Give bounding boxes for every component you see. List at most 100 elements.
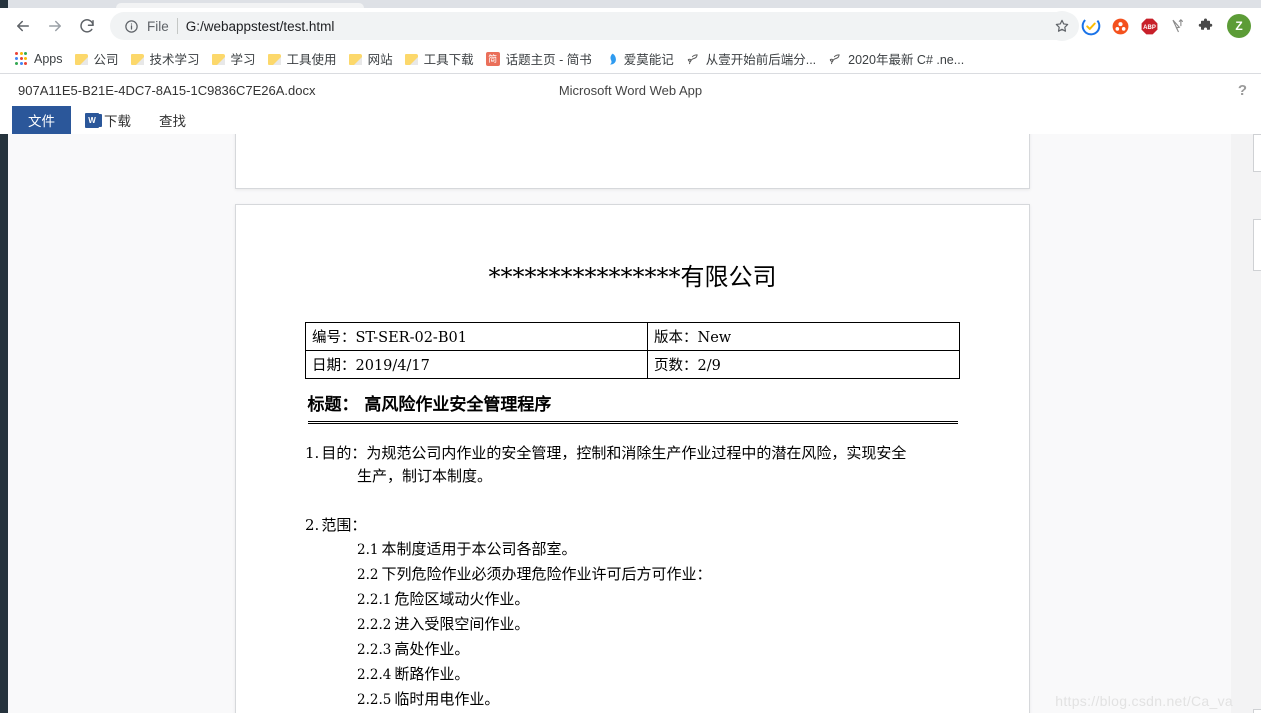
- page-thumbnail-edge: [1253, 709, 1261, 713]
- item-text: 断路作业。: [394, 665, 470, 683]
- bookmark-apps[interactable]: Apps: [10, 49, 71, 69]
- list-item: 2.1 本制度适用于本公司各部室。: [305, 537, 960, 562]
- document-body: 1. 目的：为规范公司内作业的安全管理，控制和消除生产作业过程中的潜在风险，实现安…: [305, 442, 960, 713]
- bookmark-label: Apps: [34, 51, 63, 66]
- bookmark-folder-jishuxuexi[interactable]: 技术学习: [127, 46, 208, 71]
- browser-tab[interactable]: [116, 3, 364, 8]
- find-button[interactable]: 查找: [145, 106, 200, 134]
- profile-avatar[interactable]: Z: [1227, 14, 1251, 38]
- download-button[interactable]: W 下载: [71, 106, 145, 134]
- section-2: 2. 范围：: [305, 514, 960, 537]
- item-text: 下列危险作业必须办理危险作业许可后方可作业：: [381, 565, 712, 583]
- page-thumbnail-edge: [1253, 134, 1261, 172]
- document-page-current[interactable]: ****************有限公司 编号：ST-SER-02-B01 版本…: [235, 204, 1030, 713]
- bookmark-folder-gongsi[interactable]: 公司: [71, 46, 127, 71]
- bookmark-label: 话题主页 - 简书: [505, 53, 592, 67]
- meta-cell-date: 日期：2019/4/17: [305, 350, 648, 379]
- address-bar[interactable]: File G:/webappstest/test.html: [110, 12, 1079, 40]
- jianshu-favicon: 简: [485, 51, 500, 66]
- url-text: G:/webappstest/test.html: [185, 18, 335, 34]
- item-number: 2.2: [357, 567, 379, 583]
- item-text: 临时用电作业。: [394, 690, 500, 708]
- meta-value: ST-SER-02-B01: [355, 330, 467, 346]
- bookmark-csdn-2[interactable]: 2020年最新 C# .ne...: [824, 46, 972, 71]
- folder-icon: [267, 53, 281, 65]
- meta-cell-number: 编号：ST-SER-02-B01: [305, 322, 648, 351]
- bookmark-jianshu[interactable]: 简 话题主页 - 简书: [482, 46, 600, 71]
- csdn-favicon: [686, 52, 700, 66]
- bookmark-label: 学习: [230, 53, 256, 67]
- reload-button[interactable]: [72, 11, 102, 41]
- bookmark-label: 技术学习: [149, 53, 200, 67]
- bookmarks-bar: Apps 公司 技术学习 学习 工具使用 网站 工具下载 简 话题主页 - 简书…: [0, 44, 1261, 74]
- browser-chrome: File G:/webappstest/test.html ABP Z Apps…: [0, 0, 1261, 74]
- meta-cell-version: 版本：New: [647, 322, 960, 351]
- item-text: 高处作业。: [394, 640, 470, 658]
- item-text: 本制度适用于本公司各部室。: [381, 540, 577, 558]
- browser-toolbar: File G:/webappstest/test.html ABP Z: [0, 8, 1261, 44]
- back-button[interactable]: [8, 11, 38, 41]
- cursor-measure-extension-icon[interactable]: [1166, 14, 1190, 38]
- meta-cell-pages: 页数：2/9: [647, 350, 960, 379]
- folder-icon: [130, 53, 144, 65]
- tabstrip-left-edge: [0, 0, 8, 8]
- item-number: 2.2.3: [357, 642, 392, 658]
- abp-adblock-extension-icon[interactable]: ABP: [1137, 14, 1161, 38]
- document-canvas[interactable]: ****************有限公司 编号：ST-SER-02-B01 版本…: [0, 134, 1261, 713]
- meta-label: 编号：: [312, 330, 356, 346]
- item-number: 2.2.4: [357, 667, 392, 683]
- item-number: 2.2.2: [357, 617, 392, 633]
- document-meta-table: 编号：ST-SER-02-B01 版本：New 日期：2019/4/17 页数：…: [305, 322, 960, 379]
- bookmark-folder-gongjushiyong[interactable]: 工具使用: [264, 46, 345, 71]
- tab-file[interactable]: 文件: [12, 106, 71, 134]
- table-row: 编号：ST-SER-02-B01 版本：New: [305, 322, 960, 351]
- company-title: ****************有限公司: [488, 263, 777, 291]
- csdn-favicon: [828, 52, 842, 66]
- watermark: https://blog.csdn.net/Ca_va: [1055, 693, 1233, 709]
- bookmark-label: 从壹开始前后端分...: [705, 53, 817, 67]
- list-item: 2.2 下列危险作业必须办理危险作业许可后方可作业：: [305, 562, 960, 587]
- list-item: 2.2.1 危险区域动火作业。: [305, 587, 960, 612]
- meta-value: New: [697, 330, 732, 346]
- folder-icon: [404, 53, 418, 65]
- item-number: 2.2.5: [357, 692, 392, 708]
- item-number: 2.2.1: [357, 592, 392, 608]
- section-1: 1. 目的：为规范公司内作业的安全管理，控制和消除生产作业过程中的潜在风险，实现安…: [305, 442, 960, 488]
- bookmark-label: 工具使用: [286, 53, 337, 67]
- orange-circle-extension-icon[interactable]: [1108, 14, 1132, 38]
- item-text: 进入受限空间作业。: [394, 615, 530, 633]
- bookmark-label: 2020年最新 C# .ne...: [848, 53, 965, 67]
- svg-text:ABP: ABP: [1143, 25, 1156, 31]
- bookmark-folder-xuexi[interactable]: 学习: [208, 46, 264, 71]
- document-file-name: 907A11E5-B21E-4DC7-8A15-1C9836C7E26A.doc…: [18, 82, 316, 98]
- help-icon[interactable]: ?: [1238, 82, 1247, 99]
- page-thumbnail-edge: [1253, 219, 1261, 271]
- bookmark-star-icon[interactable]: [1047, 11, 1077, 41]
- section-number: 2.: [305, 516, 320, 534]
- bookmark-folder-gongjuxiazai[interactable]: 工具下载: [401, 46, 482, 71]
- blue-moon-favicon: [604, 52, 618, 66]
- list-item: 2.2.2 进入受限空间作业。: [305, 612, 960, 637]
- meta-label: 页数：: [654, 358, 698, 374]
- bookmark-folder-wangzhan[interactable]: 网站: [345, 46, 401, 71]
- bookmark-csdn-1[interactable]: 从壹开始前后端分...: [682, 46, 824, 71]
- meta-value: 2019/4/17: [355, 358, 430, 374]
- check-circle-extension-icon[interactable]: [1079, 14, 1103, 38]
- document-page-previous: [235, 134, 1030, 189]
- url-scheme-label: File: [147, 18, 169, 34]
- ribbon-toolbar: 文件 W 下载 查找: [0, 106, 1261, 134]
- folder-icon: [211, 53, 225, 65]
- table-row: 日期：2019/4/17 页数：2/9: [305, 350, 960, 379]
- section-text-continued: 生产，制订本制度。: [357, 467, 493, 485]
- list-item: 2.2.3 高处作业。: [305, 637, 960, 662]
- wordapp-header: 907A11E5-B21E-4DC7-8A15-1C9836C7E26A.doc…: [0, 74, 1261, 106]
- forward-button[interactable]: [40, 11, 70, 41]
- download-label: 下载: [104, 114, 131, 129]
- list-item: 2.2.5 临时用电作业。: [305, 687, 960, 712]
- meta-value: 2/9: [697, 358, 721, 374]
- word-document-icon: W: [85, 112, 102, 128]
- bookmark-aimonengji[interactable]: 爱莫能记: [600, 46, 682, 71]
- info-circle-icon[interactable]: [124, 19, 139, 34]
- puzzle-extensions-icon[interactable]: [1195, 14, 1219, 38]
- bookmark-label: 公司: [93, 53, 119, 67]
